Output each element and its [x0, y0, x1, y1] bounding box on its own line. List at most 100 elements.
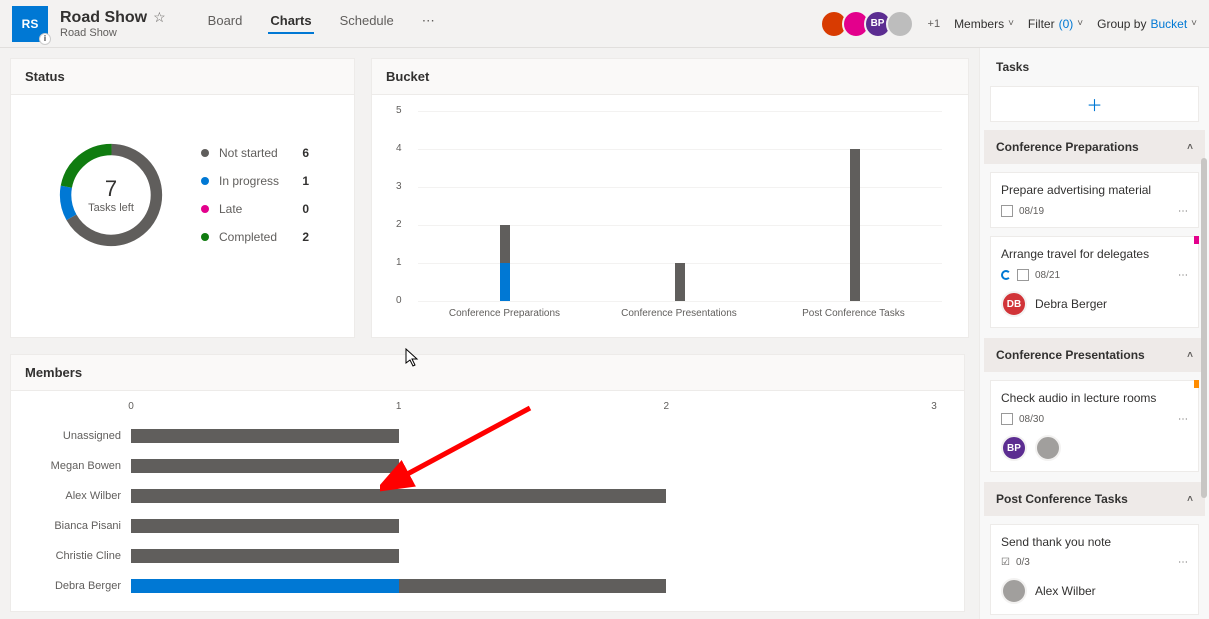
tab-schedule[interactable]: Schedule	[338, 13, 396, 34]
member-row[interactable]: Megan Bowen	[11, 451, 934, 481]
legend-dot-icon	[201, 149, 209, 157]
member-name: Christie Cline	[11, 550, 131, 562]
legend-row[interactable]: In progress 1	[201, 174, 309, 188]
bucket-bar-chart[interactable]: 012345Conference PreparationsConference …	[388, 111, 952, 321]
task-section-header[interactable]: Conference Preparations ˄	[984, 130, 1205, 164]
donut-center-count: 7	[105, 176, 117, 202]
tab-charts[interactable]: Charts	[268, 13, 313, 34]
legend-count: 2	[289, 230, 309, 244]
legend-dot-icon	[201, 233, 209, 241]
bucket-bar[interactable]: Conference Preparations	[419, 225, 592, 301]
task-card[interactable]: Send thank you note ☑ 0/3 ⋯ Alex Wilber	[990, 524, 1199, 615]
assignee-row: Alex Wilber	[1001, 578, 1188, 604]
avatar[interactable]	[1001, 578, 1027, 604]
task-card[interactable]: Prepare advertising material 08/19 ⋯	[990, 172, 1199, 228]
legend-dot-icon	[201, 177, 209, 185]
legend-dot-icon	[201, 205, 209, 213]
task-card[interactable]: Arrange travel for delegates 08/21 ⋯ DB Debr…	[990, 236, 1199, 328]
groupby-dropdown[interactable]: Group by Bucket ˅	[1097, 17, 1197, 31]
member-row[interactable]: Alex Wilber	[11, 481, 934, 511]
task-title: Check audio in lecture rooms	[1001, 391, 1188, 405]
bucket-bar[interactable]: Post Conference Tasks	[768, 149, 941, 301]
members-card: Members 0123 UnassignedMegan BowenAlex W…	[10, 354, 965, 612]
task-menu-icon[interactable]: ⋯	[1178, 206, 1188, 217]
plan-tile[interactable]: RS i	[12, 6, 48, 42]
member-name: Alex Wilber	[11, 490, 131, 502]
status-card: Status 7 Tasks left Not started6In	[10, 58, 355, 338]
member-name: Debra Berger	[11, 580, 131, 592]
plan-info-badge[interactable]: i	[39, 33, 51, 45]
task-section-header[interactable]: Post Conference Tasks˄	[984, 482, 1205, 516]
chevron-up-icon: ˄	[1187, 142, 1193, 153]
legend-row[interactable]: Completed 2	[201, 230, 309, 244]
task-date: 08/19	[1019, 206, 1044, 217]
task-color-stripe	[1194, 380, 1199, 388]
avatar[interactable]: DB	[1001, 291, 1027, 317]
plan-title: Road Show	[60, 9, 147, 27]
member-name: Bianca Pisani	[11, 520, 131, 532]
task-title: Prepare advertising material	[1001, 183, 1188, 197]
task-menu-icon[interactable]: ⋯	[1178, 414, 1188, 425]
legend-row[interactable]: Late 0	[201, 202, 309, 216]
legend-count: 6	[289, 146, 309, 160]
calendar-icon	[1001, 413, 1013, 425]
tab-more-icon[interactable]: ⋯	[420, 13, 437, 34]
legend-label: In progress	[219, 174, 279, 188]
bucket-card: Bucket 012345Conference PreparationsConf…	[371, 58, 969, 338]
progress-icon	[1001, 270, 1011, 280]
task-card[interactable]: Check audio in lecture rooms08/30⋯BP	[990, 380, 1199, 472]
avatar[interactable]: BP	[1001, 435, 1027, 461]
member-row[interactable]: Bianca Pisani	[11, 511, 934, 541]
bucket-card-title: Bucket	[372, 59, 968, 95]
filter-dropdown[interactable]: Filter (0) ˅	[1028, 17, 1083, 31]
task-title: Arrange travel for delegates	[1001, 247, 1188, 261]
status-donut-chart[interactable]: 7 Tasks left	[51, 135, 171, 255]
avatar[interactable]	[886, 10, 914, 38]
checklist-icon: ☑	[1001, 557, 1010, 568]
task-title: Send thank you note	[1001, 535, 1188, 549]
task-checklist-count: 0/3	[1016, 557, 1030, 568]
legend-count: 0	[289, 202, 309, 216]
favorite-icon[interactable]: ☆	[153, 9, 166, 26]
tab-board[interactable]: Board	[206, 13, 245, 34]
avatar-overflow[interactable]: +1	[928, 18, 941, 30]
task-section-header[interactable]: Conference Presentations ˄	[984, 338, 1205, 372]
view-tabs: Board Charts Schedule ⋯	[206, 13, 437, 34]
task-date: 08/21	[1035, 270, 1060, 281]
members-dropdown[interactable]: Members˅	[954, 17, 1014, 31]
legend-label: Completed	[219, 230, 277, 244]
task-menu-icon[interactable]: ⋯	[1178, 270, 1188, 281]
members-card-title: Members	[11, 355, 964, 391]
section-title: Conference Presentations	[996, 348, 1145, 362]
legend-label: Late	[219, 202, 242, 216]
status-card-title: Status	[11, 59, 354, 95]
chevron-down-icon: ˅	[1077, 18, 1083, 29]
chevron-up-icon: ˄	[1187, 350, 1193, 361]
chevron-up-icon: ˄	[1187, 494, 1193, 505]
scrollbar[interactable]	[1201, 158, 1207, 498]
calendar-icon	[1017, 269, 1029, 281]
tasks-pane: Tasks ＋ Conference Preparations ˄ Prepare …	[979, 48, 1209, 619]
avatar[interactable]	[1035, 435, 1061, 461]
member-row[interactable]: Christie Cline	[11, 541, 934, 571]
cursor-icon	[405, 348, 421, 368]
section-title: Conference Preparations	[996, 140, 1139, 154]
member-row[interactable]: Unassigned	[11, 421, 934, 451]
members-bar-chart[interactable]: Unassigned Megan Bowen Alex Wilber Bianca P…	[11, 421, 934, 601]
header-avatars[interactable]: BP	[826, 10, 914, 38]
chevron-down-icon: ˅	[1191, 18, 1197, 29]
member-name: Megan Bowen	[11, 460, 131, 472]
tasks-pane-title: Tasks	[984, 48, 1205, 86]
legend-row[interactable]: Not started6	[201, 146, 309, 160]
assignee-name: Alex Wilber	[1035, 584, 1096, 598]
bucket-bar[interactable]: Conference Presentations	[594, 263, 767, 301]
status-legend: Not started6 In progress 1 Late 0 Completed 2	[201, 146, 309, 244]
plan-initials: RS	[22, 17, 39, 31]
assignee-name: Debra Berger	[1035, 297, 1107, 311]
member-row[interactable]: Debra Berger	[11, 571, 934, 601]
task-color-stripe	[1194, 236, 1199, 244]
plan-subtitle: Road Show	[60, 27, 166, 39]
task-menu-icon[interactable]: ⋯	[1178, 557, 1188, 568]
add-task-button[interactable]: ＋	[990, 86, 1199, 122]
legend-count: 1	[289, 174, 309, 188]
